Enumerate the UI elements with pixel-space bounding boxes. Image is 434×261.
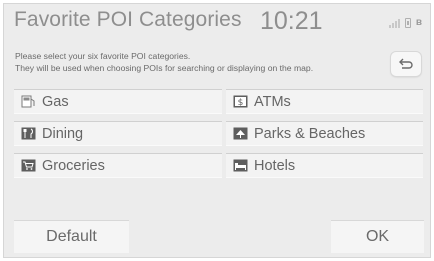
dollar-sign-icon: $ (232, 95, 248, 109)
instructions-text: Please select your six favorite POI cate… (15, 50, 313, 74)
svg-text:$: $ (237, 98, 243, 108)
category-label: ATMs (254, 93, 291, 110)
category-label: Gas (42, 93, 69, 110)
ok-button[interactable]: OK (331, 220, 424, 253)
category-parks-beaches-button[interactable]: Parks & Beaches (226, 121, 423, 146)
signal-icon (388, 19, 400, 28)
phone-icon (404, 18, 411, 28)
poi-settings-screen: Favorite POI Categories 10:21 ʙ Please s… (3, 3, 431, 258)
instructions-line-1: Please select your six favorite POI cate… (15, 51, 191, 61)
fork-knife-icon (20, 127, 36, 141)
status-icons: ʙ (388, 16, 422, 28)
category-label: Parks & Beaches (254, 125, 366, 142)
category-hotels-button[interactable]: Hotels (226, 153, 423, 178)
category-dining-button[interactable]: Dining (14, 121, 222, 146)
back-button[interactable] (391, 52, 421, 76)
clock: 10:21 (260, 7, 323, 35)
page-title: Favorite POI Categories (14, 8, 242, 31)
grocery-cart-icon (20, 159, 36, 173)
category-groceries-button[interactable]: Groceries (14, 153, 222, 178)
category-label: Hotels (254, 157, 296, 174)
bluetooth-icon: ʙ (415, 17, 422, 28)
park-icon (232, 127, 248, 141)
back-arrow-icon (399, 58, 413, 69)
instructions-line-2: They will be used when choosing POIs for… (15, 63, 314, 73)
category-label: Groceries (42, 157, 105, 174)
category-gas-button[interactable]: Gas (14, 89, 222, 114)
category-atms-button[interactable]: $ ATMs (226, 89, 423, 114)
category-label: Dining (42, 125, 84, 142)
default-button[interactable]: Default (14, 220, 129, 253)
gas-pump-icon (20, 95, 36, 109)
bed-icon (232, 159, 248, 173)
